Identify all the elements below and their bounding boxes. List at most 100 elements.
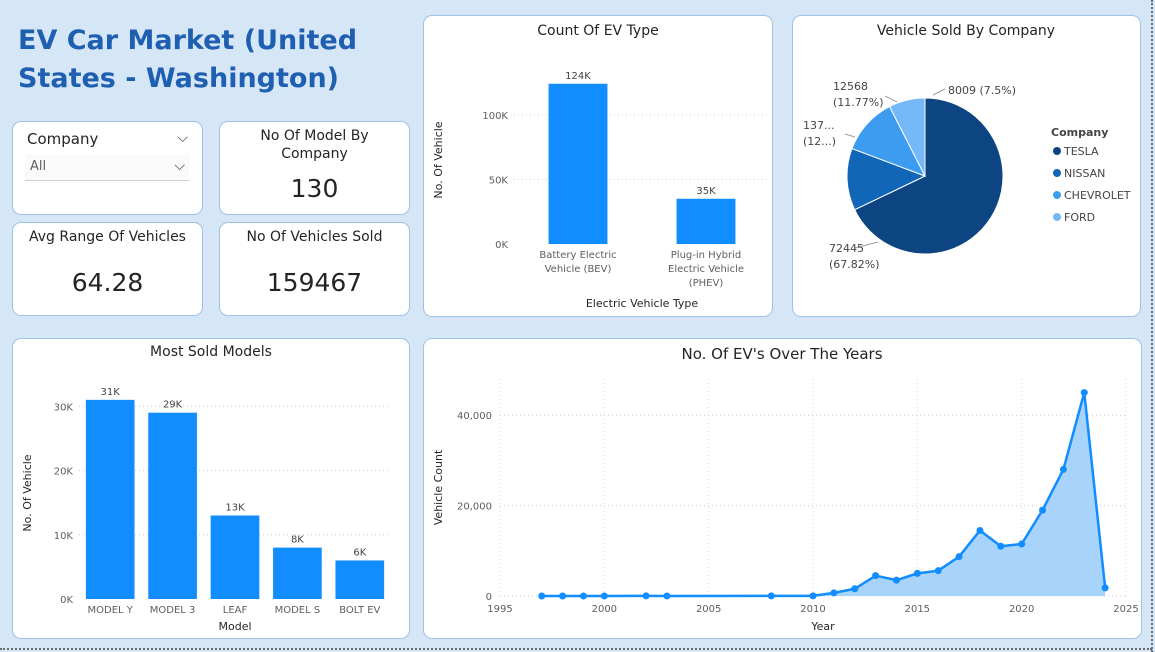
legend-marker [1053,213,1061,221]
data-label: 8K [291,535,304,546]
pie-data-label: (11.77%) [833,96,884,109]
x-tick-label: 2005 [696,604,721,615]
data-label: 35K [696,186,716,197]
legend-item: CHEVROLET [1064,189,1131,202]
kpi-card-vehicles-sold: No Of Vehicles Sold 159467 [219,222,410,316]
chart-title: Count Of EV Type [537,23,658,39]
data-point [913,569,921,577]
data-point [1059,465,1067,473]
legend-title: Company [1051,126,1108,139]
y-tick-label: 30K [54,402,74,413]
kpi-label: No Of Vehicles Sold [246,229,383,245]
page-border-bottom [0,648,1152,650]
data-point [934,567,942,575]
x-tick-label: MODEL S [275,605,321,616]
x-axis-label: Year [810,620,835,633]
kpi-value: 64.28 [71,268,144,297]
legend-marker [1053,147,1061,155]
data-label: 31K [101,387,121,398]
legend-item: FORD [1064,211,1095,224]
x-tick-label: MODEL 3 [150,605,196,616]
legend-item: TESLA [1063,145,1099,158]
data-point [579,592,587,600]
leader-line [844,133,856,138]
x-tick-label: 2000 [592,604,617,615]
x-tick-label: LEAF [223,605,248,616]
data-point [955,553,963,561]
data-point [1080,389,1088,397]
legend-item: NISSAN [1064,167,1105,180]
y-tick-label: 0K [495,240,508,251]
kpi-label: Avg Range Of Vehicles [29,229,186,245]
x-tick-label: Plug-in Hybrid [671,250,741,261]
x-tick-label: Vehicle (BEV) [545,264,612,275]
x-tick-label: 1995 [487,604,512,615]
chart-title: No. Of EV's Over The Years [681,345,882,363]
bar [273,547,322,599]
data-point [976,526,984,534]
area-fill [541,392,1106,596]
kpi-value: 130 [290,174,339,203]
chart-title: Vehicle Sold By Company [877,23,1055,39]
slicer-label: Company [27,130,99,148]
y-tick-label: 20K [54,467,74,478]
data-label: 13K [225,502,245,513]
chart-card-ev-type: Count Of EV Type 0K 50K 100K 124K Battery Ele… [423,15,773,317]
pie-data-label: 12568 [833,80,868,93]
x-tick-label: BOLT EV [339,605,380,616]
bar [548,83,608,244]
y-tick-label: 100K [482,111,508,122]
models-chart: Most Sold Models 0K 10K 20K 30K 31K MODEL Y 29K… [21,344,391,633]
legend-marker [1053,169,1061,177]
y-tick-label: 20,000 [457,502,492,513]
chart-card-company: Vehicle Sold By Company 72445 (67.82%) 137.… [792,15,1141,317]
leader-line [884,95,898,103]
data-label: 124K [565,71,591,82]
company-dropdown[interactable]: All ⌵ [25,154,189,181]
x-axis-label: Electric Vehicle Type [586,297,699,310]
x-tick-label: Electric Vehicle [668,264,744,275]
company-slicer[interactable]: Company ⌵ All ⌵ [12,121,203,215]
bar [676,198,736,244]
y-axis-label: Vehicle Count [432,449,445,525]
y-tick-label: 50K [489,175,509,186]
data-point [830,589,838,597]
chevron-down-icon[interactable]: ⌵ [174,158,185,174]
chart-title: Most Sold Models [150,344,272,360]
data-point [872,572,880,580]
chevron-down-icon[interactable]: ⌵ [177,130,188,146]
leader-line [932,88,946,96]
x-tick-label: 2010 [800,604,825,615]
data-point [892,576,900,584]
y-axis-label: No. Of Vehicle [432,121,445,198]
pie-data-label: (67.82%) [829,258,880,271]
pie-data-label: 8009 (7.5%) [948,84,1016,97]
pie-data-label: 137... [803,119,835,132]
bar [85,399,135,599]
kpi-label: No Of Model By Company [260,128,369,162]
pie-data-label: 72445 [829,242,864,255]
slicer-selected-value: All [30,159,47,174]
bar [210,515,260,599]
data-label: 29K [163,400,183,411]
data-point [997,542,1005,550]
x-axis-label: Model [218,620,251,633]
data-point [559,592,567,600]
data-point [1101,584,1109,592]
kpi-card-avg-range: Avg Range Of Vehicles 64.28 [12,222,203,316]
ev-type-chart: Count Of EV Type 0K 50K 100K 124K Battery Ele… [432,23,770,310]
data-point [663,592,671,600]
x-tick-label: Battery Electric [539,250,616,261]
y-tick-label: 10K [54,531,74,542]
x-tick-label: 2025 [1113,604,1138,615]
chart-card-models: Most Sold Models 0K 10K 20K 30K 31K MODEL Y 29K… [12,338,410,639]
kpi-value: 159467 [266,268,363,297]
data-point [767,592,775,600]
y-axis-label: No. Of Vehicle [21,454,34,531]
data-point [809,592,817,600]
kpi-card-models: No Of Model By Company 130 [219,121,410,215]
data-point [851,585,859,593]
data-label: 6K [353,547,366,558]
page-border-right [1151,0,1153,652]
dashboard-title: EV Car Market (United States - Washingto… [18,25,358,94]
